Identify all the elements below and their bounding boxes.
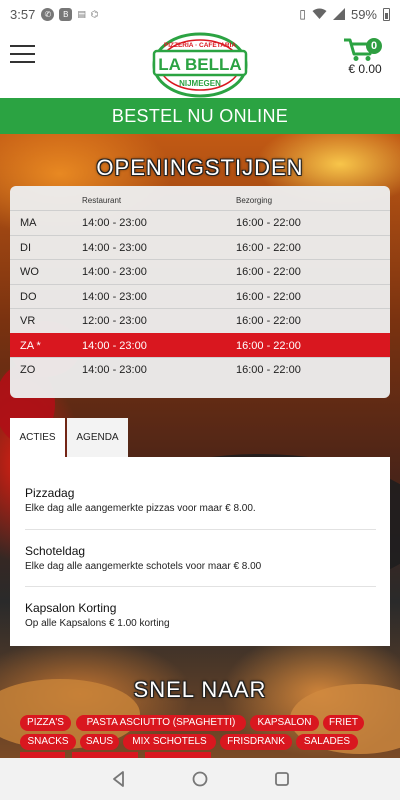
day-label: VR [20, 315, 36, 327]
restaurant-hours: 12:00 - 23:00 [82, 315, 147, 327]
status-bar: 3:57 ✆ B ▤ ⌬ ▯ 59% [0, 0, 400, 28]
action-description: Elke dag alle aangemerkte schotels voor … [25, 561, 262, 572]
delivery-hours: 16:00 - 22:00 [236, 339, 301, 352]
logo-top-text: PIZZERIA · CAFETARIA [164, 42, 237, 49]
vibrate-icon: ▯ [299, 7, 306, 21]
quick-link-saus[interactable]: SAUS [80, 734, 119, 750]
quick-link-friet[interactable]: FRIET [323, 715, 364, 731]
hours-row-di: DI 14:00 - 23:00 16:00 - 22:00 [10, 234, 390, 260]
quick-link-salades[interactable]: SALADES [296, 734, 358, 750]
hours-row-zo: ZO 14:00 - 23:00 16:00 - 22:00 [10, 357, 390, 382]
cart-total: € 0.00 [348, 62, 382, 76]
system-nav-bar [0, 758, 400, 800]
battery-percentage: 59% [350, 6, 377, 22]
delivery-hours: 16:00 - 22:00 [236, 266, 301, 278]
tab-acties[interactable]: ACTIES [10, 418, 65, 457]
hours-row-ma: MA 14:00 - 23:00 16:00 - 22:00 [10, 210, 390, 235]
signal-icon [332, 8, 345, 20]
restaurant-hours: 14:00 - 23:00 [82, 364, 147, 376]
delivery-hours: 16:00 - 22:00 [236, 315, 301, 327]
order-online-button[interactable]: BESTEL NU ONLINE [0, 98, 400, 134]
hours-row-vr: VR 12:00 - 23:00 16:00 - 22:00 [10, 308, 390, 333]
delivery-column-header: Bezorging [236, 196, 273, 205]
battery-icon [383, 7, 390, 21]
app-header: PIZZERIA · CAFETARIA LA BELLA NIJMEGEN 0… [0, 28, 400, 98]
menu-button[interactable] [10, 45, 35, 64]
action-item-kapsalon-korting[interactable]: Kapsalon Korting Op alle Kapsalons € 1.0… [25, 601, 376, 629]
delivery-hours: 16:00 - 22:00 [236, 364, 301, 376]
la-bella-logo[interactable]: PIZZERIA · CAFETARIA LA BELLA NIJMEGEN [150, 30, 250, 98]
tab-agenda[interactable]: AGENDA [67, 418, 128, 457]
day-label: ZO [20, 364, 36, 376]
hamburger-line [10, 53, 35, 55]
action-description: Op alle Kapsalons € 1.00 korting [25, 618, 170, 629]
status-time: 3:57 [10, 6, 36, 22]
logo-city: NIJMEGEN [179, 79, 221, 88]
restaurant-hours: 14:00 - 23:00 [82, 290, 147, 303]
hours-header-row: Restaurant Bezorging [10, 186, 390, 210]
b-app-icon: B [59, 7, 73, 21]
action-item-schoteldag[interactable]: Schoteldag Elke dag alle aangemerkte sch… [25, 544, 376, 572]
restaurant-hours: 14:00 - 23:00 [82, 266, 147, 278]
day-label: ZA * [20, 339, 41, 352]
restaurant-column-header: Restaurant [82, 196, 122, 205]
hamburger-line [10, 61, 35, 63]
quick-link-pasta[interactable]: PASTA ASCIUTTO (SPAGHETTI) [76, 715, 246, 731]
action-title: Schoteldag [25, 544, 86, 558]
restaurant-hours: 14:00 - 23:00 [82, 241, 147, 254]
opening-hours-table: Restaurant Bezorging MA 14:00 - 23:00 16… [10, 186, 390, 398]
wifi-icon [312, 8, 327, 19]
action-description: Elke dag alle aangemerkte pizzas voor ma… [25, 503, 256, 514]
day-label: DO [20, 290, 37, 303]
delivery-hours: 16:00 - 22:00 [236, 241, 301, 254]
whatsapp-icon: ✆ [41, 7, 55, 21]
quick-links-title: SNEL NAAR [133, 677, 267, 702]
hours-row-za-today: ZA * 14:00 - 23:00 16:00 - 22:00 [10, 332, 390, 357]
news-app-icon: ▤ [77, 8, 86, 19]
day-label: WO [20, 266, 39, 278]
delivery-hours: 16:00 - 22:00 [236, 217, 301, 229]
cart-button[interactable]: 0 € 0.00 [340, 34, 390, 82]
action-title: Pizzadag [25, 486, 75, 500]
hours-row-do: DO 14:00 - 23:00 16:00 - 22:00 [10, 283, 390, 309]
restaurant-hours: 14:00 - 23:00 [82, 217, 147, 229]
delivery-hours: 16:00 - 22:00 [236, 290, 301, 303]
day-label: MA [20, 217, 37, 229]
opening-hours-title: OPENINGSTIJDEN [96, 155, 304, 180]
hours-row-wo: WO 14:00 - 23:00 16:00 - 22:00 [10, 259, 390, 284]
quick-link-pizzas[interactable]: PIZZA'S [20, 715, 71, 731]
actions-panel: Pizzadag Elke dag alle aangemerkte pizza… [10, 457, 390, 646]
quick-link-mix-schotels[interactable]: MIX SCHOTELS [123, 734, 216, 750]
divider [25, 586, 376, 587]
day-label: DI [20, 241, 31, 254]
back-icon[interactable] [108, 768, 130, 790]
gamepad-icon: ⌬ [90, 8, 99, 19]
quick-link-frisdrank[interactable]: FRISDRANK [220, 734, 292, 750]
action-title: Kapsalon Korting [25, 601, 117, 615]
divider [25, 529, 376, 530]
quick-link-kapsalon[interactable]: KAPSALON [250, 715, 319, 731]
restaurant-hours: 14:00 - 23:00 [82, 339, 147, 352]
cart-count-badge: 0 [366, 38, 382, 54]
recents-icon[interactable] [271, 768, 293, 790]
home-icon[interactable] [189, 768, 211, 790]
quick-link-snacks[interactable]: SNACKS [20, 734, 76, 750]
action-item-pizzadag[interactable]: Pizzadag Elke dag alle aangemerkte pizza… [25, 486, 376, 514]
hamburger-line [10, 45, 35, 47]
logo-name: LA BELLA [158, 55, 241, 74]
